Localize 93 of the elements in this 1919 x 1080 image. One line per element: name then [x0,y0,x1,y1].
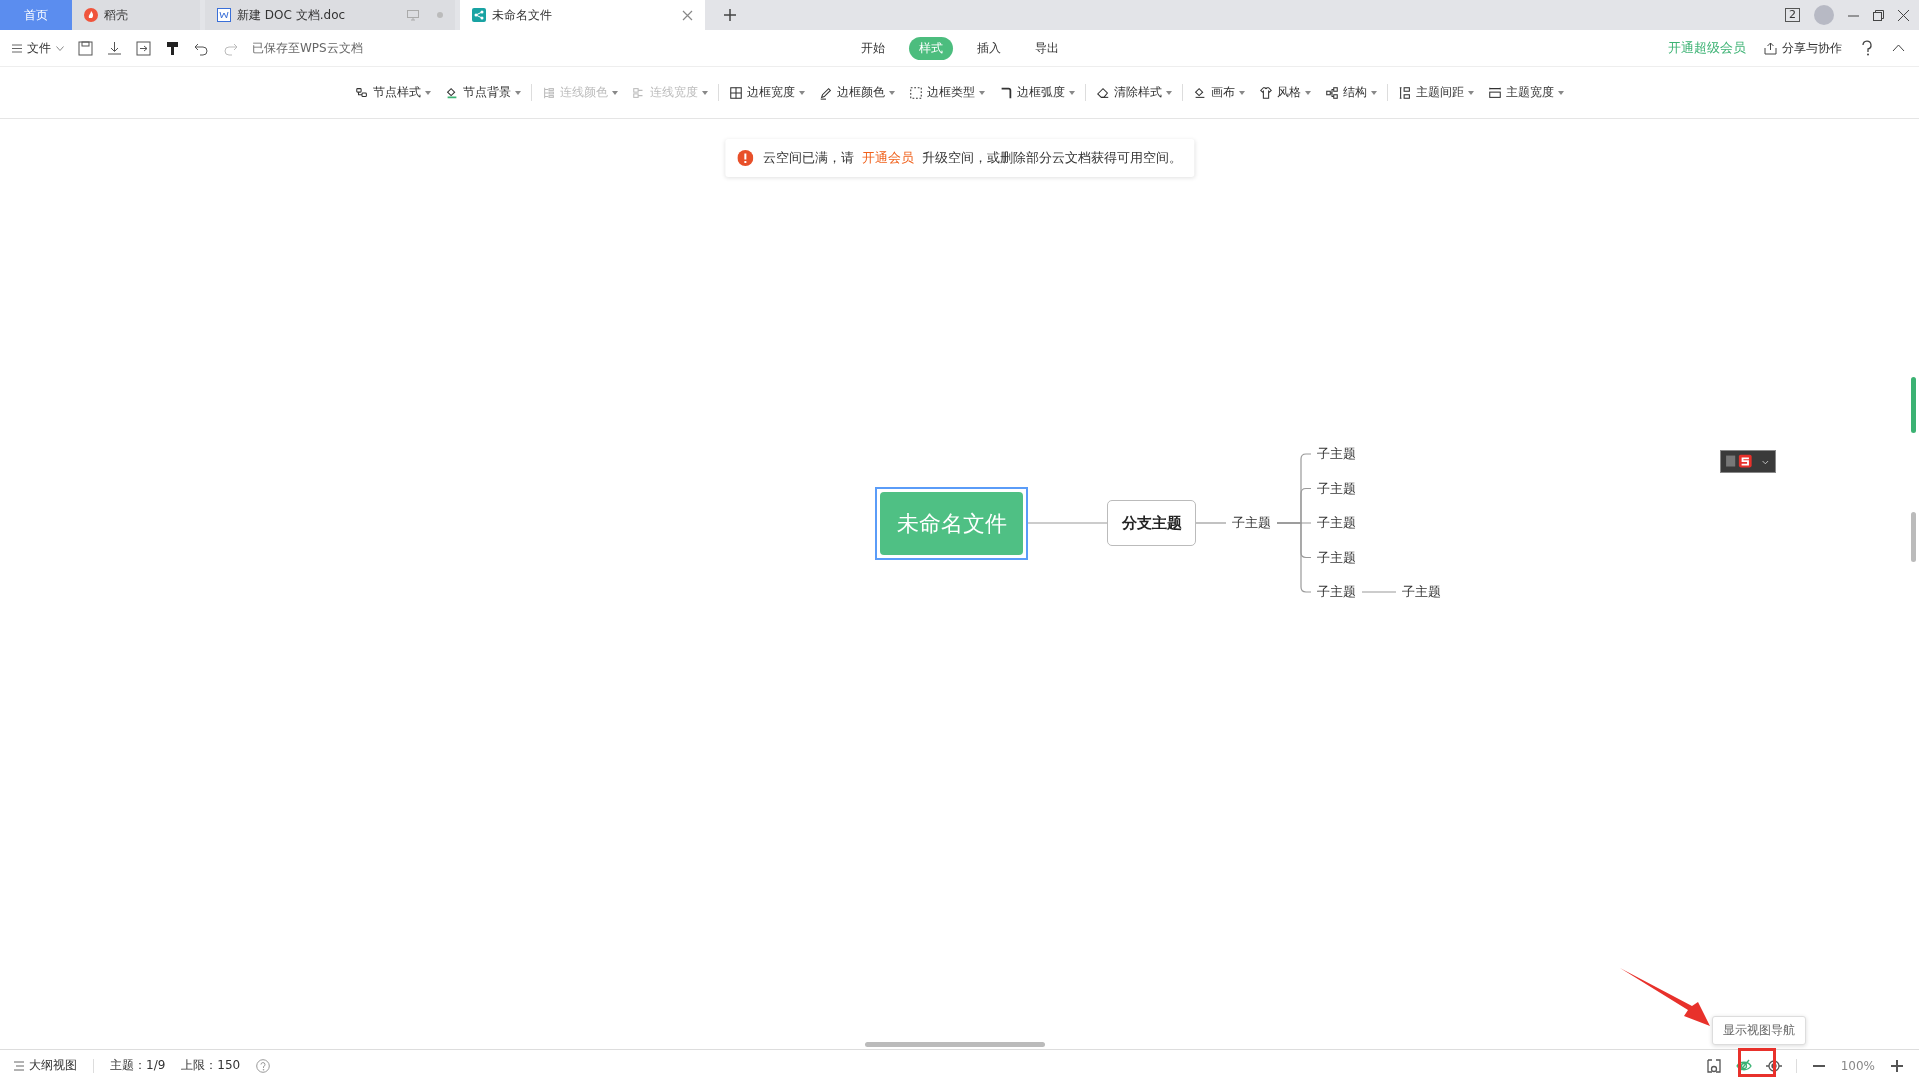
outline-view-button[interactable]: 大纲视图 [14,1057,77,1074]
branch-topic[interactable]: 分支主题 [1107,500,1196,546]
spacing-icon [1398,85,1412,100]
connector-line [1195,522,1227,524]
highlight-frame [1738,1048,1776,1077]
caret-icon [56,45,64,51]
close-icon[interactable] [1898,9,1909,21]
save-status: 已保存至WPS云文档 [252,39,363,57]
structure-icon [1325,85,1339,100]
monitor-icon [407,9,419,21]
fit-screen-icon[interactable] [1705,1057,1722,1074]
toolbar-button[interactable]: 节点样式 [355,84,431,101]
toolbar-button[interactable]: 画布 [1193,84,1245,101]
collapse-icon[interactable] [1892,44,1905,52]
zoom-level: 100% [1840,1058,1875,1073]
save-icon[interactable] [78,40,93,56]
caret-icon [799,90,805,95]
subtopic[interactable]: 子主题 [1313,582,1360,602]
subtopic[interactable]: 子主题 [1313,478,1360,499]
list-icon [14,1060,24,1071]
scrollbar-thumb[interactable] [865,1042,1045,1047]
pencil-icon [819,85,833,100]
subtopic[interactable]: 子主题 [1313,513,1360,533]
caret-icon [1069,90,1075,95]
tab[interactable]: 稻壳 [72,0,200,30]
help-icon[interactable] [1860,40,1874,56]
subtopic[interactable]: 子主题 [1313,444,1360,464]
flame-icon [84,8,98,22]
topic-limit: 上限：150 [181,1057,241,1074]
document-icon [217,8,231,22]
caret-icon [1558,90,1564,95]
scrollbar-thumb[interactable] [1911,512,1916,562]
share-icon [1764,41,1777,55]
line-color-icon [542,85,556,100]
menu-icon [12,43,22,53]
zoom-in-icon[interactable] [1889,1057,1905,1074]
subtopic[interactable]: 子主题 [1398,582,1445,602]
toolbar-button[interactable]: 边框颜色 [819,84,895,101]
caret-icon [1239,90,1245,95]
toolbar-button[interactable]: 边框类型 [909,84,985,101]
toolbar-button[interactable]: 结构 [1325,84,1377,101]
export-icon[interactable] [136,40,151,56]
ribbon-tab[interactable]: 插入 [966,36,1011,60]
share-nodes-icon [472,8,486,22]
paint-bucket-icon [1193,85,1207,100]
line-width-icon [632,85,646,100]
width-icon [1488,85,1502,100]
tab[interactable]: 新建 DOC 文档.doc [205,0,455,30]
share-button[interactable]: 分享与协作 [1764,39,1842,57]
border-width-icon [729,85,743,100]
subtopic[interactable]: 子主题 [1228,513,1275,533]
caret-icon [1166,90,1172,95]
connector-line [1361,591,1397,593]
topic-count: 主题：1/9 [110,1057,166,1074]
format-painter-icon[interactable] [165,40,180,56]
toolbar-button[interactable]: 节点背景 [445,84,521,101]
restore-icon[interactable] [1873,9,1884,21]
toolbar-button[interactable]: 边框宽度 [729,84,805,101]
caret-icon [425,90,431,95]
window-count[interactable]: 2 [1785,8,1800,22]
caret-icon [889,90,895,95]
caret-icon [515,90,521,95]
toolbar-button[interactable]: 风格 [1259,84,1311,101]
dashed-border-icon [909,85,923,100]
paint-bucket-icon [445,85,459,100]
ribbon-tab[interactable]: 导出 [1024,36,1069,60]
caret-icon [702,90,708,95]
tab[interactable]: 未命名文件 [460,0,705,30]
plus-icon[interactable] [724,9,736,21]
warning-icon [736,150,753,166]
caret-icon [612,90,618,95]
close-icon[interactable] [682,9,693,21]
notice-message: 云空间已满，请 开通会员 升级空间，或删除部分云文档获得可用空间。 [762,149,1183,167]
caret-icon [1305,90,1311,95]
toolbar-button[interactable]: 主题宽度 [1488,84,1564,101]
caret-icon [1371,90,1377,95]
toolbar-button[interactable]: 边框弧度 [999,84,1075,101]
dot-icon [437,12,443,18]
corner-icon [999,85,1013,100]
shirt-icon [1259,85,1273,100]
tooltip: 显示视图导航 [1712,1016,1806,1045]
input-method-toolbar[interactable] [1720,450,1776,473]
ribbon-tab[interactable]: 开始 [850,36,895,60]
subtopic[interactable]: 子主题 [1313,547,1360,568]
download-icon[interactable] [107,40,122,56]
caret-icon [1468,90,1474,95]
toolbar-button[interactable]: 清除样式 [1096,84,1172,101]
caret-icon [979,90,985,95]
file-menu[interactable]: 文件 [12,39,64,57]
toolbar-button[interactable]: 主题间距 [1398,84,1474,101]
eraser-icon [1096,85,1110,100]
node-icon [355,85,369,100]
scrollbar-thumb[interactable] [1911,377,1916,433]
